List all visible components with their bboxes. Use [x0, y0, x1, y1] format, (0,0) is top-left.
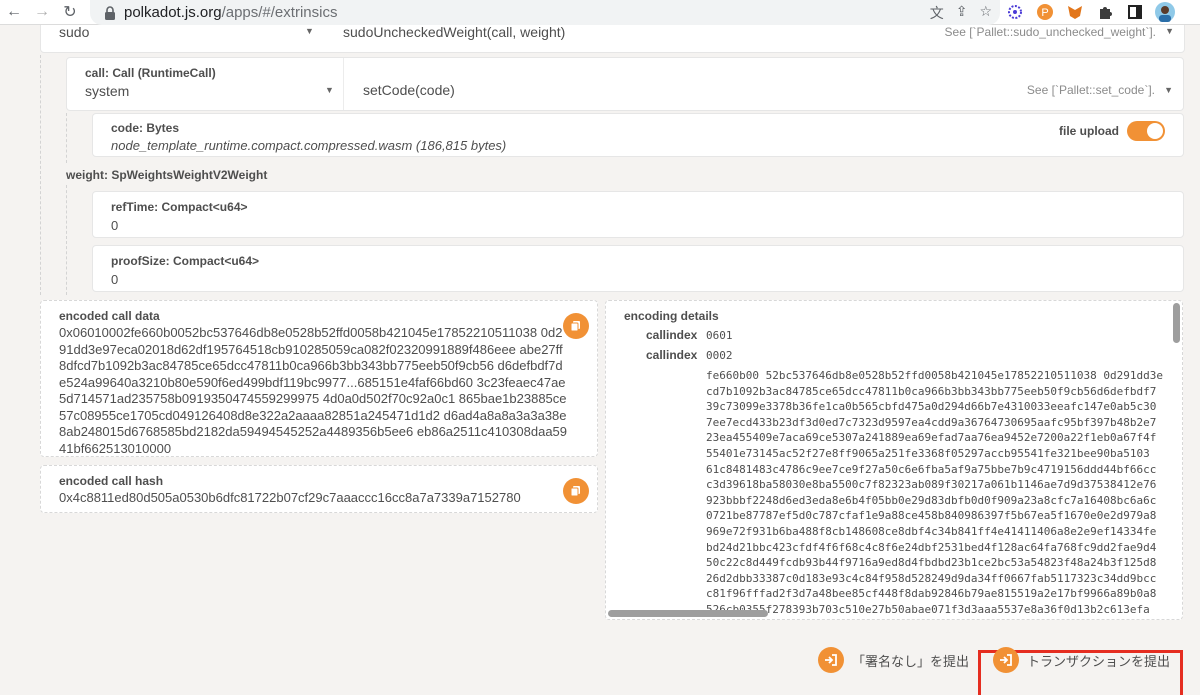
nesting-guide	[66, 185, 86, 295]
forward-icon[interactable]: →	[28, 0, 56, 25]
encoding-details-label: encoding details	[624, 309, 719, 323]
encoded-call-data-label: encoded call data	[59, 309, 160, 323]
divider	[343, 58, 344, 110]
sudo-call-selector: sudo ▼ sudoUncheckedWeight(call, weight)…	[40, 25, 1185, 53]
address-bar[interactable]: polkadot.js.org/apps/#/extrinsics 文 ⇪ ☆	[90, 0, 1000, 25]
copy-icon	[570, 321, 580, 332]
back-icon[interactable]: ←	[0, 0, 28, 25]
encoded-call-hash-label: encoded call hash	[59, 474, 164, 488]
method-select-sudo[interactable]: sudoUncheckedWeight(call, weight)	[343, 25, 565, 40]
callindex-label: callindex	[646, 348, 698, 362]
submit-transaction-label: トランザクションを提出	[1027, 653, 1171, 669]
extension-metamask-icon[interactable]	[1065, 2, 1085, 22]
horizontal-scrollbar[interactable]	[608, 610, 1173, 617]
file-upload-toggle[interactable]	[1127, 121, 1165, 141]
weight-label: weight: SpWeightsWeightV2Weight	[66, 168, 268, 182]
code-label: code: Bytes	[111, 121, 180, 135]
extrinsics-page: sudo ▼ sudoUncheckedWeight(call, weight)…	[0, 25, 1200, 695]
extensions-puzzle-icon[interactable]	[1095, 2, 1115, 22]
sign-in-icon	[818, 647, 844, 673]
toggle-knob	[1147, 123, 1163, 139]
submit-unsigned-button[interactable]: 「署名なし」を提出	[818, 647, 969, 673]
proofsize-label: proofSize: Compact<u64>	[111, 254, 260, 268]
sign-in-icon	[993, 647, 1019, 673]
method-doc-hint: See [`Pallet::sudo_unchecked_weight`].	[944, 25, 1156, 39]
pallet-select-system[interactable]: system	[85, 83, 129, 99]
url-path: /apps/#/extrinsics	[221, 4, 338, 21]
submit-unsigned-label: 「署名なし」を提出	[852, 653, 970, 669]
bookmark-star-icon[interactable]: ☆	[979, 3, 992, 23]
copy-button[interactable]	[563, 478, 589, 504]
translate-icon[interactable]: 文	[930, 3, 944, 23]
chevron-down-icon[interactable]: ▼	[1164, 85, 1173, 95]
encoded-call-hash-panel: encoded call hash 0x4c8811ed80d505a0530b…	[40, 465, 598, 513]
share-icon[interactable]: ⇪	[956, 3, 968, 23]
callindex-value: 0601	[706, 329, 733, 342]
browser-toolbar: ← → ↻ polkadot.js.org/apps/#/extrinsics …	[0, 0, 1200, 25]
vertical-scrollbar[interactable]	[1173, 303, 1180, 613]
encoding-hex-value: fe660b00 52bc537646db8e0528b52ffd0058b42…	[706, 369, 1163, 616]
lock-icon	[105, 5, 115, 20]
reftime-input[interactable]: 0	[111, 218, 118, 233]
reload-icon[interactable]: ↻	[56, 0, 84, 25]
proofsize-param: proofSize: Compact<u64> 0	[92, 245, 1184, 292]
pallet-select-sudo[interactable]: sudo	[59, 25, 89, 40]
scrollbar-thumb[interactable]	[608, 610, 768, 617]
encoding-details-panel: encoding details callindex 0601 callinde…	[605, 300, 1183, 620]
nesting-guide	[66, 113, 86, 163]
url-domain: polkadot.js.org	[124, 4, 222, 21]
reftime-param: refTime: Compact<u64> 0	[92, 191, 1184, 238]
callindex-value: 0002	[706, 349, 733, 362]
nesting-guide	[40, 55, 56, 295]
encoded-call-data-value: 0x06010002fe660b0052bc537646db8e0528b52f…	[59, 325, 568, 456]
chevron-down-icon: ▼	[305, 26, 314, 36]
encoded-call-hash-value: 0x4c8811ed80d505a0530b6dfc81722b07cf29c7…	[59, 490, 521, 505]
copy-icon	[570, 486, 580, 497]
extension-polkadot-icon[interactable]: P	[1035, 2, 1055, 22]
call-label: call: Call (RuntimeCall)	[85, 66, 216, 80]
method-select-setcode[interactable]: setCode(code)	[363, 82, 455, 98]
profile-avatar[interactable]	[1155, 2, 1175, 22]
extension-snowflake-icon[interactable]	[1005, 2, 1025, 22]
method-doc-hint: See [`Pallet::set_code`].	[1026, 83, 1155, 97]
chevron-down-icon: ▼	[325, 85, 334, 95]
file-upload-label: file upload	[1059, 124, 1119, 138]
encoded-call-data-panel: encoded call data 0x06010002fe660b0052bc…	[40, 300, 598, 457]
proofsize-input[interactable]: 0	[111, 272, 118, 287]
call-param: call: Call (RuntimeCall) system ▼ setCod…	[66, 57, 1184, 111]
sidebar-panel-icon[interactable]	[1125, 2, 1145, 22]
svg-text:P: P	[1041, 7, 1048, 19]
copy-button[interactable]	[563, 313, 589, 339]
scrollbar-thumb[interactable]	[1173, 303, 1180, 343]
code-param: code: Bytes node_template_runtime.compac…	[92, 113, 1184, 157]
submit-transaction-button[interactable]: トランザクションを提出	[993, 647, 1170, 673]
callindex-label: callindex	[646, 328, 698, 342]
chevron-down-icon[interactable]: ▼	[1165, 26, 1174, 36]
reftime-label: refTime: Compact<u64>	[111, 200, 248, 214]
code-file-value[interactable]: node_template_runtime.compact.compressed…	[111, 138, 506, 153]
